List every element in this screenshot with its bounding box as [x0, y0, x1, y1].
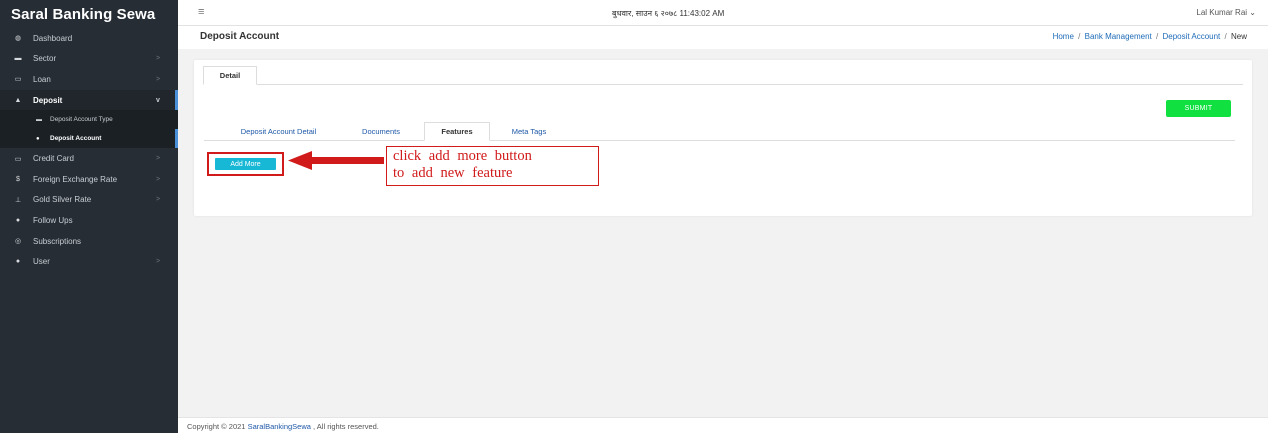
dashboard-icon: ◍: [14, 35, 22, 43]
sidebar-item-follow-ups[interactable]: ● Follow Ups: [0, 210, 178, 231]
chevron-right-icon: >: [156, 155, 161, 163]
sidebar-item-sector[interactable]: ▬ Sector >: [0, 49, 178, 70]
annotation-line-1: click add more button: [393, 148, 532, 164]
sidebar-item-label: Deposit: [33, 95, 63, 105]
loan-icon: ▭: [14, 76, 22, 84]
tab-features[interactable]: Features: [424, 122, 490, 141]
sidebar-item-label: Subscriptions: [33, 236, 82, 246]
credit-card-icon: ▭: [14, 155, 22, 163]
topbar: ≡ बुधवार, साउन ६ २०७८ 11:43:02 AM Lal Ku…: [178, 0, 1268, 26]
sidebar-subitem-deposit-account[interactable]: ● Deposit Account: [0, 129, 178, 149]
active-indicator: [175, 89, 178, 111]
sector-icon: ▬: [14, 55, 22, 63]
brand-title[interactable]: Saral Banking Sewa: [0, 0, 178, 28]
sidebar-subitem-label: Deposit Account: [50, 135, 102, 143]
sidebar-item-loan[interactable]: ▭ Loan >: [0, 69, 178, 90]
breadcrumb-current: New: [1230, 32, 1247, 41]
sidebar-item-label: Dashboard: [33, 33, 73, 43]
page-header: Deposit Account Home / Bank Management /…: [178, 26, 1268, 49]
tab-meta-tags[interactable]: Meta Tags: [502, 122, 556, 141]
sidebar-item-user[interactable]: ● User >: [0, 251, 178, 272]
breadcrumb-bank-management[interactable]: Bank Management: [1085, 32, 1152, 41]
subscriptions-icon: ◎: [14, 238, 22, 246]
annotation-line-2: to add new feature: [393, 165, 513, 181]
add-more-highlight-box: Add More: [207, 152, 284, 176]
sidebar-item-label: Sector: [33, 54, 57, 64]
breadcrumb-home[interactable]: Home: [1053, 32, 1074, 41]
sidebar-item-deposit[interactable]: ▲ Deposit v: [0, 89, 178, 111]
dollar-icon: $: [16, 175, 20, 183]
date-time-display: बुधवार, साउन ६ २०७८ 11:43:02 AM: [612, 9, 725, 18]
chevron-down-icon: v: [156, 96, 160, 104]
sidebar-item-credit-card[interactable]: ▭ Credit Card >: [0, 148, 178, 169]
user-circle-icon: ●: [36, 135, 40, 142]
hamburger-menu-icon[interactable]: ≡: [198, 6, 204, 18]
sidebar-item-dashboard[interactable]: ◍ Dashboard: [0, 28, 178, 49]
sidebar-item-gold-silver-rate[interactable]: ⊥ Gold Silver Rate >: [0, 190, 178, 211]
card-tab-bar: Detail: [203, 66, 1243, 85]
breadcrumb-separator: /: [1224, 32, 1227, 41]
inner-tab-bar: Deposit Account Detail Documents Feature…: [204, 122, 1235, 141]
tab-detail[interactable]: Detail: [203, 66, 257, 85]
footer-brand-link[interactable]: SaralBankingSewa: [248, 422, 311, 431]
copyright-text: Copyright © 2021 SaralBankingSewa , All …: [187, 422, 379, 431]
breadcrumb-deposit-account[interactable]: Deposit Account: [1162, 32, 1220, 41]
sidebar-item-label: Follow Ups: [33, 215, 73, 225]
annotation-arrow-shaft: [308, 157, 384, 164]
breadcrumb-separator: /: [1078, 32, 1081, 41]
chevron-right-icon: >: [156, 175, 161, 183]
sidebar-item-label: Gold Silver Rate: [33, 195, 92, 205]
sidebar-item-label: Foreign Exchange Rate: [33, 174, 118, 184]
active-indicator: [175, 129, 178, 149]
chevron-right-icon: >: [156, 258, 161, 266]
sidebar-item-subscriptions[interactable]: ◎ Subscriptions: [0, 231, 178, 252]
add-more-button[interactable]: Add More: [215, 158, 276, 170]
tab-documents[interactable]: Documents: [352, 122, 410, 141]
sidebar-item-label: User: [33, 257, 50, 267]
sidebar-subitem-deposit-account-type[interactable]: ▬ Deposit Account Type: [0, 110, 178, 130]
annotation-callout: click add more button to add new feature: [386, 146, 599, 186]
user-plus-icon: ●: [15, 216, 21, 224]
deposit-icon: ▲: [14, 96, 22, 104]
submit-button[interactable]: SUBMIT: [1166, 100, 1231, 117]
chevron-right-icon: >: [156, 75, 161, 83]
gold-icon: ⊥: [14, 196, 22, 204]
card-icon: ▬: [36, 116, 42, 123]
footer: Copyright © 2021 SaralBankingSewa , All …: [178, 417, 1268, 433]
annotation-arrow-icon: [288, 151, 384, 170]
users-icon: ●: [15, 258, 21, 266]
user-menu[interactable]: Lal Kumar Rai ⌄: [1196, 8, 1256, 17]
annotation-arrow-head: [288, 151, 312, 170]
chevron-right-icon: >: [156, 55, 161, 63]
tab-deposit-account-detail[interactable]: Deposit Account Detail: [225, 122, 332, 141]
breadcrumb: Home / Bank Management / Deposit Account…: [1053, 32, 1247, 41]
breadcrumb-separator: /: [1156, 32, 1159, 41]
sidebar: Saral Banking Sewa ◍ Dashboard ▬ Sector …: [0, 0, 178, 433]
page-title: Deposit Account: [200, 31, 280, 42]
deposit-account-form-card: Detail SUBMIT Deposit Account Detail Doc…: [194, 60, 1252, 216]
chevron-right-icon: >: [156, 196, 161, 204]
sidebar-subitem-label: Deposit Account Type: [50, 116, 113, 124]
sidebar-item-foreign-exchange-rate[interactable]: $ Foreign Exchange Rate >: [0, 169, 178, 190]
copyright-suffix: , All rights reserved.: [310, 422, 379, 431]
copyright-prefix: Copyright © 2021: [187, 422, 248, 431]
sidebar-item-label: Credit Card: [33, 154, 74, 164]
sidebar-item-label: Loan: [33, 74, 51, 84]
